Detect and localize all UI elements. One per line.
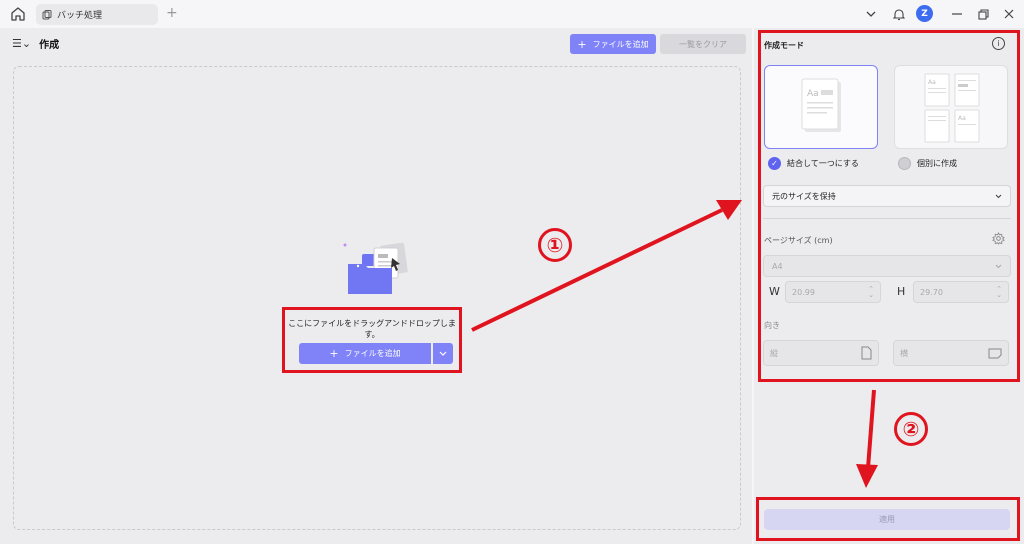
annotation-arrows — [471, 200, 878, 488]
arrow-2-line — [866, 389, 876, 469]
arrow-2-head-icon — [856, 464, 878, 488]
arrow-1-line — [471, 208, 723, 332]
